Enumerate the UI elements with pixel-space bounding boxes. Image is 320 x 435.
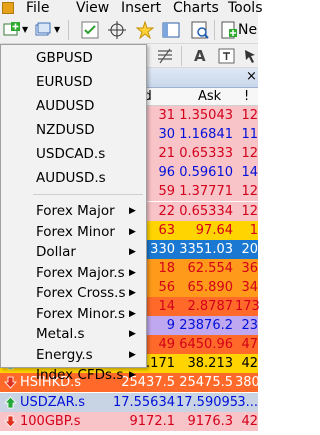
row-ask: 0.59610: [179, 165, 233, 181]
text-tool-icon[interactable]: A: [194, 47, 206, 65]
row-ask: 38.213: [187, 356, 234, 372]
row-spread: 12: [241, 108, 258, 123]
market-watch-row[interactable]: USDZAR.s 17.55634 17.59095 3...: [0, 392, 258, 412]
standard-toolbar: ▼ ▼ Ne: [0, 17, 258, 44]
chevron-down-icon[interactable]: ▼: [22, 25, 28, 34]
row-spread: 20: [241, 241, 258, 257]
row-ask: 1.37771: [179, 184, 233, 200]
row-ask: 1.16841: [179, 127, 233, 143]
row-spread: 34: [241, 279, 258, 295]
submenu-arrow-icon: ▶: [129, 370, 136, 380]
row-spread: 47: [241, 337, 258, 353]
row-ask: 17.59095: [176, 394, 239, 410]
market-watch-titlebar: [128, 68, 258, 88]
row-spread: 12: [241, 146, 258, 162]
row-bid: 17.55634: [112, 394, 175, 410]
navigator-icon[interactable]: [162, 21, 180, 39]
favorites-icon[interactable]: [136, 21, 154, 39]
chevron-down-icon[interactable]: ▼: [54, 25, 60, 34]
toolbar-separator: [181, 46, 182, 66]
row-spread: 1: [249, 222, 258, 238]
dropdown-item-label: EURUSD: [36, 74, 93, 90]
profiles-icon[interactable]: [34, 21, 52, 39]
column-header-spread[interactable]: !: [244, 89, 249, 105]
dropdown-symbol-item[interactable]: USDCAD.s: [2, 142, 145, 166]
row-ask: 9176.3: [187, 413, 234, 429]
text-label-icon[interactable]: [218, 47, 236, 65]
market-watch-icon[interactable]: [81, 21, 99, 39]
symbols-dropdown-menu: GBPUSD EURUSD AUDUSD NZDUSD USDCAD.s AUDUSD.s…: [0, 44, 147, 383]
row-ask: 6450.96: [179, 337, 233, 353]
row-spread: 11: [241, 127, 258, 143]
row-ask: 65.890: [187, 279, 234, 295]
data-window-icon[interactable]: [191, 21, 209, 39]
dropdown-item-label: NZDUSD: [36, 122, 95, 138]
menu-file[interactable]: File: [26, 0, 49, 16]
market-watch-row[interactable]: 100GBP.s 9172.1 9176.3 42: [0, 411, 258, 431]
dropdown-item-label: USDCAD.s: [36, 146, 106, 162]
row-ask: 97.64: [195, 222, 233, 238]
close-icon[interactable]: ×: [246, 70, 257, 84]
dropdown-item-label: AUDUSD: [36, 98, 95, 114]
row-spread: 12: [241, 203, 258, 219]
dropdown-item-label: GBPUSD: [36, 50, 93, 66]
menu-view[interactable]: View: [76, 0, 109, 16]
column-header-ask[interactable]: Ask: [198, 89, 221, 105]
row-spread: 3...: [237, 394, 258, 410]
dropdown-symbol-item[interactable]: AUDUSD.s: [2, 166, 145, 190]
row-ask: 2.8787: [187, 299, 234, 314]
dropdown-symbol-item[interactable]: GBPUSD: [2, 46, 145, 70]
new-order-icon[interactable]: [220, 21, 238, 39]
new-chart-icon[interactable]: [3, 21, 21, 39]
row-ask: 23876.2: [179, 318, 233, 334]
menu-tools[interactable]: Tools: [228, 0, 263, 16]
new-order-label[interactable]: Ne: [238, 21, 257, 39]
row-ask: 62.554: [187, 260, 234, 276]
row-ask: 0.65333: [179, 146, 233, 162]
fibonacci-icon[interactable]: [156, 47, 174, 65]
row-ask: 25475.5: [179, 375, 233, 391]
toolbar-separator: [214, 20, 215, 40]
market-watch-header: Bid Ask !: [128, 88, 258, 106]
row-spread: 23: [241, 318, 258, 334]
row-spread: 173: [235, 299, 260, 314]
app-icon[interactable]: [2, 2, 14, 14]
dropdown-item-label: AUDUSD.s: [36, 170, 106, 186]
dropdown-item-label: Index CFDs.s: [36, 367, 124, 383]
row-ask: 3351.03: [179, 241, 233, 257]
dropdown-symbol-item[interactable]: EURUSD: [2, 70, 145, 94]
row-bid: 9172.1: [129, 413, 176, 429]
dropdown-group-item[interactable]: Index CFDs.s ▶: [2, 363, 145, 387]
row-ask: 0.65334: [179, 203, 233, 219]
row-spread: 14: [241, 165, 258, 181]
menubar: File View Insert Charts Tools: [0, 0, 263, 17]
row-spread: 42: [241, 356, 258, 372]
arrow-tool-icon[interactable]: [242, 47, 260, 65]
row-spread: 380: [235, 375, 260, 391]
row-spread: 42: [241, 413, 258, 429]
row-spread: 36: [241, 260, 258, 276]
row-ask: 1.35043: [179, 108, 233, 123]
dropdown-symbol-item[interactable]: NZDUSD: [2, 118, 145, 142]
row-spread: 12: [241, 184, 258, 200]
dropdown-symbol-item[interactable]: AUDUSD: [2, 94, 145, 118]
crosshair-icon[interactable]: [108, 21, 126, 39]
toolbar-separator: [68, 20, 69, 40]
menu-charts[interactable]: Charts: [173, 0, 219, 16]
menu-insert[interactable]: Insert: [121, 0, 161, 16]
menu-separator: [33, 194, 143, 195]
